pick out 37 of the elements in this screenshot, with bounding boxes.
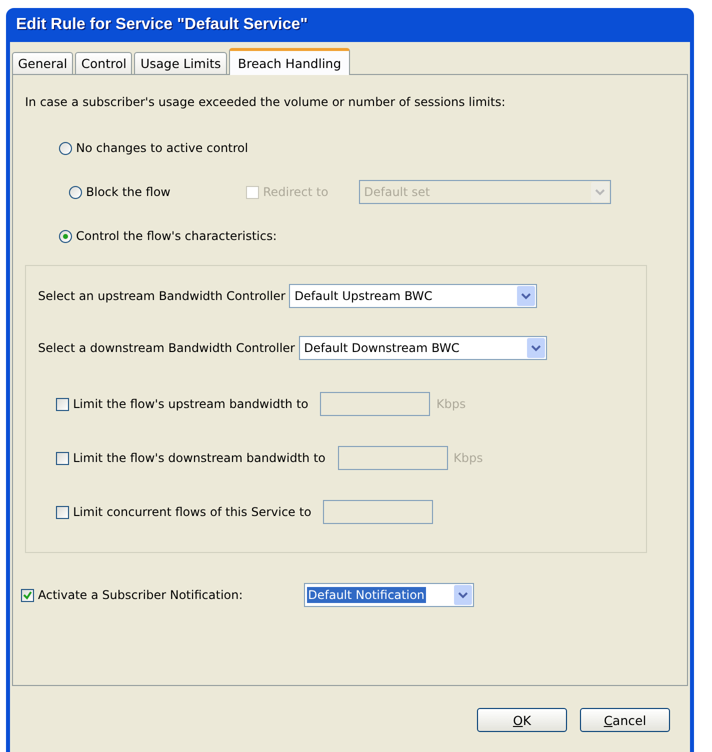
checkbox[interactable] xyxy=(56,506,69,518)
unit-label: Kbps xyxy=(454,451,483,465)
option-label: No changes to active control xyxy=(76,141,248,155)
notification-label: Activate a Subscriber Notification: xyxy=(38,588,244,602)
window-title: Edit Rule for Service "Default Service" xyxy=(15,15,309,35)
tab[interactable]: Usage Limits xyxy=(134,52,227,74)
checkbox[interactable] xyxy=(56,398,69,410)
limit-label: Limit the flow's downstream bandwidth to xyxy=(73,451,326,465)
checkbox[interactable] xyxy=(56,452,69,464)
unit-label: Kbps xyxy=(436,397,466,411)
dropdown-value: Default set xyxy=(364,185,430,199)
controller-dropdown[interactable]: Default Downstream BWC xyxy=(298,336,547,360)
controller-dropdown[interactable]: Default Upstream BWC xyxy=(289,284,538,308)
input-field[interactable] xyxy=(320,392,430,416)
tab[interactable]: General xyxy=(12,52,74,74)
option-label: Block the flow xyxy=(86,185,172,199)
dropdown-value: Default Downstream BWC xyxy=(304,341,460,355)
input-field[interactable] xyxy=(338,446,448,470)
dialog-button[interactable]: OK xyxy=(477,708,567,732)
checkbox[interactable] xyxy=(21,588,34,602)
dropdown-value: Default Upstream BWC xyxy=(294,289,432,303)
dialog-button[interactable]: Cancel xyxy=(580,708,670,732)
controller-label: Select a downstream Bandwidth Controller xyxy=(38,341,295,355)
radio-button[interactable] xyxy=(69,186,82,198)
input-field[interactable] xyxy=(323,500,434,524)
radio-button[interactable] xyxy=(59,230,72,242)
tab[interactable]: Breach Handling xyxy=(228,48,350,75)
limit-label: Limit the flow's upstream bandwidth to xyxy=(73,397,308,411)
tab[interactable]: Control xyxy=(75,52,132,74)
option-label: Control the flow's characteristics: xyxy=(76,229,277,243)
intro-text: In case a subscriber's usage exceeded the volume or number of sessions limits: xyxy=(25,95,506,109)
controller-label: Select an upstream Bandwidth Controller xyxy=(38,289,286,303)
limit-label: Limit concurrent flows of this Service to xyxy=(73,505,312,519)
dropdown-value: Default Notification xyxy=(307,587,426,603)
notification-dropdown[interactable]: Default Notification xyxy=(304,583,474,607)
checkbox-label: Redirect to xyxy=(263,185,330,199)
radio-button[interactable] xyxy=(59,142,72,154)
